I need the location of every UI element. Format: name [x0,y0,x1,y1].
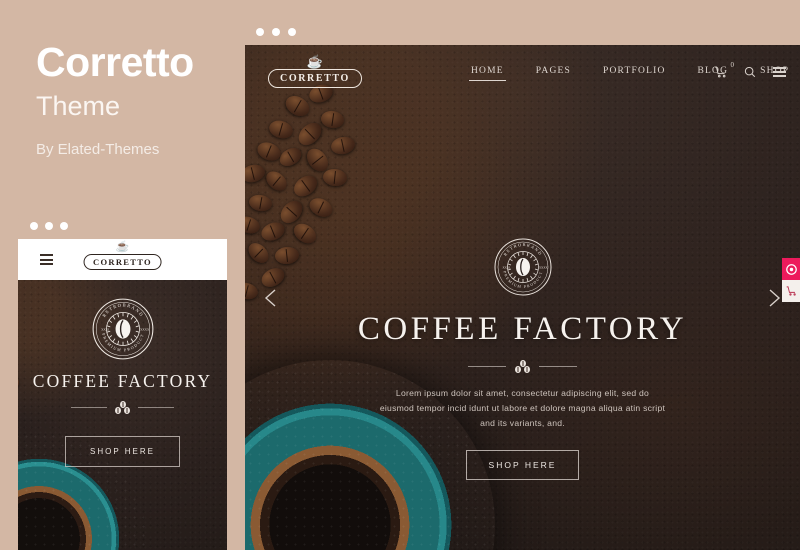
purchase-tab[interactable] [782,258,800,280]
retrobrand-badge: RETROBRAND PREMIUM PRODUCT XXXI XXXX RET… [493,237,553,297]
window-dot-close[interactable] [30,221,38,230]
mobile-site-logo[interactable]: ☕ CORRETTO [83,242,162,270]
mobile-preview-window: ☕ CORRETTO RETROBRAND PREMIUM PRODUCT XX… [18,212,227,550]
hero-section: RETROBRAND PREMIUM PRODUCT XXXI XXXX RET… [245,237,800,481]
side-tabs [782,258,800,302]
mobile-hero-slider: RETROBRAND PREMIUM PRODUCT XXXI XXXX RET… [18,280,227,550]
cart-tab[interactable] [782,280,800,302]
svg-text:XXXX: XXXX [140,328,150,332]
navbar-icons: 0 [714,61,786,78]
svg-text:XXXI: XXXI [502,266,510,270]
desktop-preview-window: ☕ CORRETTO HOME PAGES PORTFOLIO BLOG SHO… [245,18,800,550]
mobile-site-header: ☕ CORRETTO [18,239,227,280]
site-navbar: ☕ CORRETTO HOME PAGES PORTFOLIO BLOG SHO… [245,45,800,101]
bean-divider [245,360,800,373]
coffee-bean-icon [515,360,530,373]
site-logo[interactable]: ☕ CORRETTO [268,55,362,88]
hero-paragraph: Lorem ipsum dolor sit amet, consectetur … [379,388,666,429]
window-dot-minimize[interactable] [272,27,280,36]
mobile-hero-title: COFFEE FACTORY [32,371,213,391]
mobile-titlebar [18,212,227,239]
window-dot-maximize[interactable] [288,27,296,36]
site-viewport: ☕ CORRETTO HOME PAGES PORTFOLIO BLOG SHO… [245,45,800,550]
theme-author: By Elated-Themes [36,141,160,158]
window-dot-close[interactable] [256,27,264,36]
hamburger-menu-icon[interactable] [40,254,53,265]
hero-title: COFFEE FACTORY [357,311,688,347]
mobile-logo-text: CORRETTO [83,254,162,270]
page-subtitle: Theme [36,91,121,121]
cart-count-badge: 0 [730,61,735,69]
svg-text:XXXI: XXXI [101,328,109,332]
search-icon[interactable] [744,66,756,78]
window-dot-maximize[interactable] [60,221,68,230]
browser-titlebar [245,18,800,45]
mobile-hero-content: RETROBRAND PREMIUM PRODUCT XXXI XXXX RET… [18,297,227,467]
coffee-cup-icon: ☕ [115,241,130,253]
chevron-left-icon[interactable] [259,285,285,311]
coffee-bean-icon [115,401,130,414]
page-title: Corretto [36,39,194,85]
site-logo-text: CORRETTO [268,69,362,88]
coffee-cup-icon: ☕ [306,54,324,69]
window-dot-minimize[interactable] [45,221,53,230]
nav-item-home[interactable]: HOME [455,63,520,81]
cart-icon[interactable]: 0 [714,61,734,78]
retrobrand-badge: RETROBRAND PREMIUM PRODUCT XXXI XXXX RET… [91,297,155,361]
nav-item-pages[interactable]: PAGES [520,63,587,81]
svg-text:XXXX: XXXX [539,266,548,270]
bean-divider [18,401,227,414]
mobile-shop-here-button[interactable]: SHOP HERE [65,436,180,467]
shop-here-button[interactable]: SHOP HERE [465,450,580,481]
nav-item-portfolio[interactable]: PORTFOLIO [587,63,681,81]
hamburger-menu-icon[interactable] [773,67,786,77]
